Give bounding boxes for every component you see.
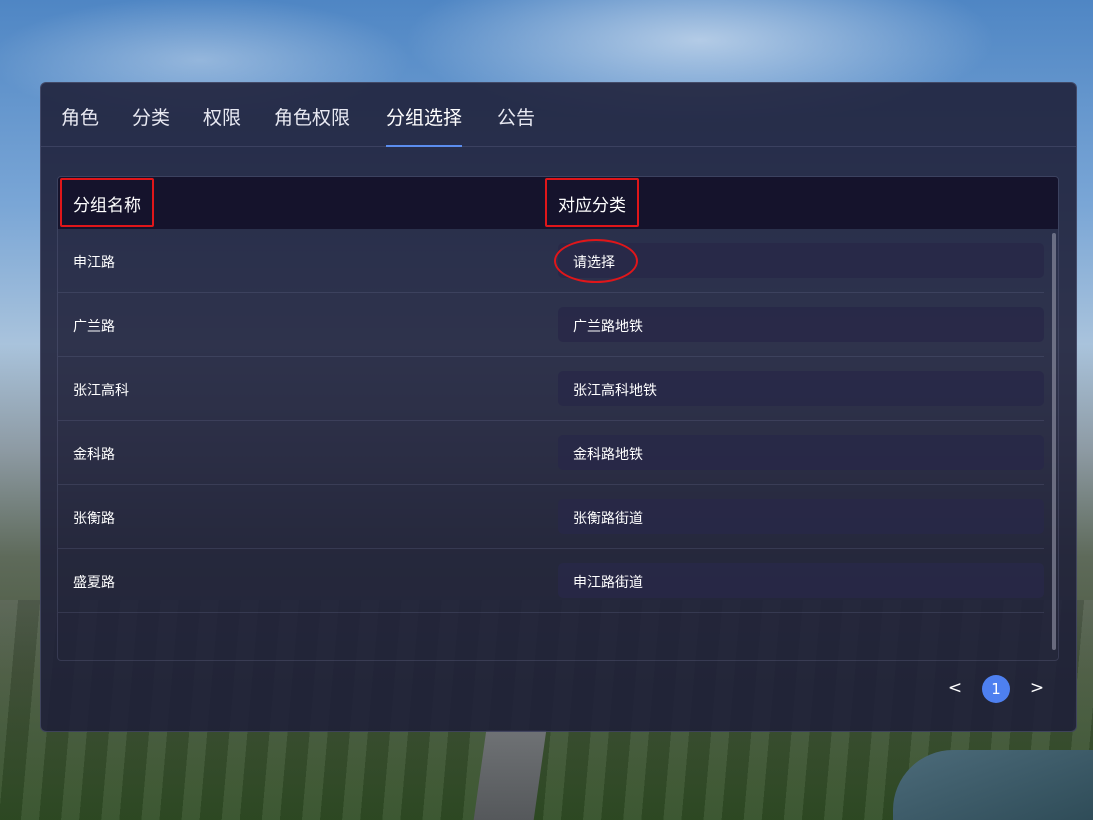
prev-page-button[interactable]: < (943, 676, 967, 700)
group-table: 分组名称 对应分类 申江路 请选择 广兰路 广兰路地铁 张江高科 张江高科地铁 … (57, 176, 1059, 661)
table-header: 分组名称 对应分类 (58, 177, 1058, 229)
group-name-cell: 金科路 (73, 447, 115, 463)
tab-roles[interactable]: 角色 (61, 103, 99, 147)
tab-announcements[interactable]: 公告 (497, 103, 535, 147)
highlight-ellipse (554, 239, 638, 283)
tab-role-permissions[interactable]: 角色权限 (274, 103, 350, 147)
category-select-value: 张衡路街道 (573, 511, 643, 527)
table-row: 广兰路 广兰路地铁 (58, 293, 1044, 357)
category-select[interactable]: 申江路街道 (558, 563, 1044, 598)
group-name-cell: 张衡路 (73, 511, 115, 527)
table-scrollbar[interactable] (1052, 233, 1056, 650)
next-page-button[interactable]: > (1025, 676, 1049, 700)
background-road (473, 730, 547, 820)
tab-categories[interactable]: 分类 (132, 103, 170, 147)
tab-bar: 角色 分类 权限 角色权限 分组选择 公告 (41, 83, 1076, 147)
page-1-button[interactable]: 1 (982, 675, 1010, 703)
tab-permissions[interactable]: 权限 (203, 103, 241, 147)
category-select-value: 广兰路地铁 (573, 319, 643, 335)
category-select-value: 申江路街道 (573, 575, 643, 591)
highlight-box-group-name (60, 178, 154, 227)
category-select[interactable]: 金科路地铁 (558, 435, 1044, 470)
group-name-cell: 申江路 (73, 255, 115, 271)
table-body: 申江路 请选择 广兰路 广兰路地铁 张江高科 张江高科地铁 金科路 金科路地铁 … (58, 229, 1044, 660)
table-row: 申江路 请选择 (58, 229, 1044, 293)
pagination: < 1 > (41, 673, 1076, 703)
category-select-value: 张江高科地铁 (573, 383, 657, 399)
table-row: 盛夏路 申江路街道 (58, 549, 1044, 613)
category-select[interactable]: 张江高科地铁 (558, 371, 1044, 406)
table-row: 张江高科 张江高科地铁 (58, 357, 1044, 421)
category-select[interactable]: 广兰路地铁 (558, 307, 1044, 342)
table-row: 张衡路 张衡路街道 (58, 485, 1044, 549)
table-row: 金科路 金科路地铁 (58, 421, 1044, 485)
highlight-box-category (545, 178, 639, 227)
settings-panel: 角色 分类 权限 角色权限 分组选择 公告 分组名称 对应分类 申江路 请选择 … (40, 82, 1077, 732)
tab-group-select[interactable]: 分组选择 (386, 103, 463, 147)
category-select[interactable]: 张衡路街道 (558, 499, 1044, 534)
group-name-cell: 广兰路 (73, 319, 115, 335)
group-name-cell: 盛夏路 (73, 575, 115, 591)
group-name-cell: 张江高科 (73, 383, 129, 399)
category-select-value: 金科路地铁 (573, 447, 643, 463)
background-river (893, 750, 1093, 820)
